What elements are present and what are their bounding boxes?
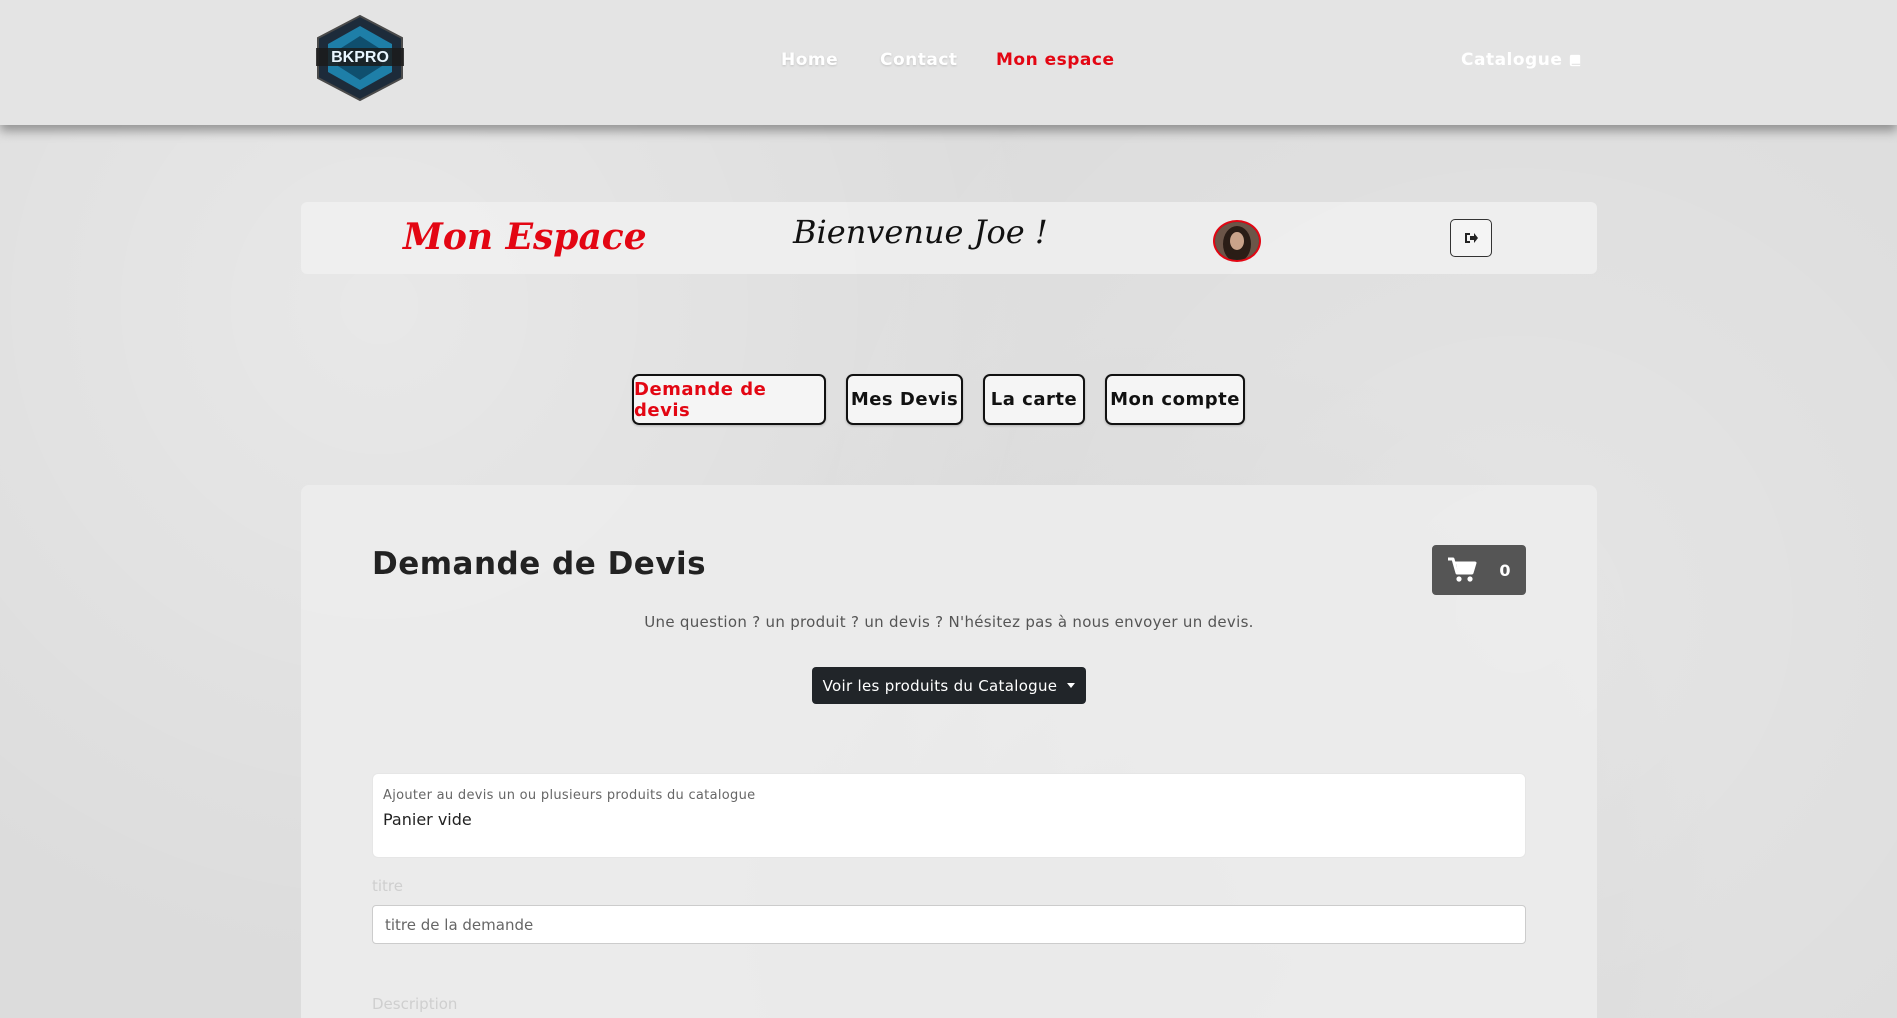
catalogue-dropdown-label: Voir les produits du Catalogue bbox=[822, 676, 1058, 695]
cart-summary-box: Ajouter au devis un ou plusieurs produit… bbox=[372, 773, 1526, 858]
tab-mon-compte[interactable]: Mon compte bbox=[1105, 374, 1245, 425]
page-subtitle: Une question ? un produit ? un devis ? N… bbox=[644, 613, 1254, 631]
tab-mes-devis[interactable]: Mes Devis bbox=[846, 374, 963, 425]
avatar-image bbox=[1215, 222, 1259, 260]
cart-summary-value: Panier vide bbox=[383, 810, 472, 829]
catalogue-label: Catalogue bbox=[1461, 50, 1563, 70]
nav-home-link[interactable]: Home bbox=[781, 50, 838, 70]
sign-out-icon bbox=[1465, 233, 1478, 243]
tab-la-carte[interactable]: La carte bbox=[983, 374, 1085, 425]
welcome-message: Bienvenue Joe ! bbox=[793, 213, 1048, 251]
nav-mon-espace-link[interactable]: Mon espace bbox=[996, 50, 1115, 70]
caret-down-icon bbox=[1067, 683, 1076, 688]
title-input[interactable] bbox=[372, 905, 1526, 944]
logout-button[interactable] bbox=[1450, 219, 1492, 257]
cart-count: 0 bbox=[1499, 560, 1511, 580]
nav-contact-link[interactable]: Contact bbox=[880, 50, 958, 70]
logo-text: BKPRO bbox=[331, 49, 389, 66]
nav-catalogue-link[interactable]: Catalogue bbox=[1461, 50, 1583, 70]
cart-summary-label: Ajouter au devis un ou plusieurs produit… bbox=[383, 788, 756, 803]
shopping-cart-icon bbox=[1448, 557, 1477, 582]
space-title: Mon Espace bbox=[403, 216, 647, 258]
tab-demande-de-devis[interactable]: Demande de devis bbox=[632, 374, 826, 425]
bkpro-logo[interactable]: BKPRO bbox=[312, 14, 408, 102]
title-label: titre bbox=[372, 877, 403, 895]
cart-button[interactable]: 0 bbox=[1432, 545, 1526, 595]
catalogue-dropdown-button[interactable]: Voir les produits du Catalogue bbox=[812, 667, 1086, 704]
page-title: Demande de Devis bbox=[372, 546, 707, 582]
description-label: Description bbox=[372, 995, 458, 1013]
book-icon bbox=[1570, 54, 1581, 66]
top-navbar: BKPRO Home Contact Mon espace Catalogue bbox=[0, 0, 1897, 125]
user-avatar[interactable] bbox=[1213, 220, 1261, 262]
